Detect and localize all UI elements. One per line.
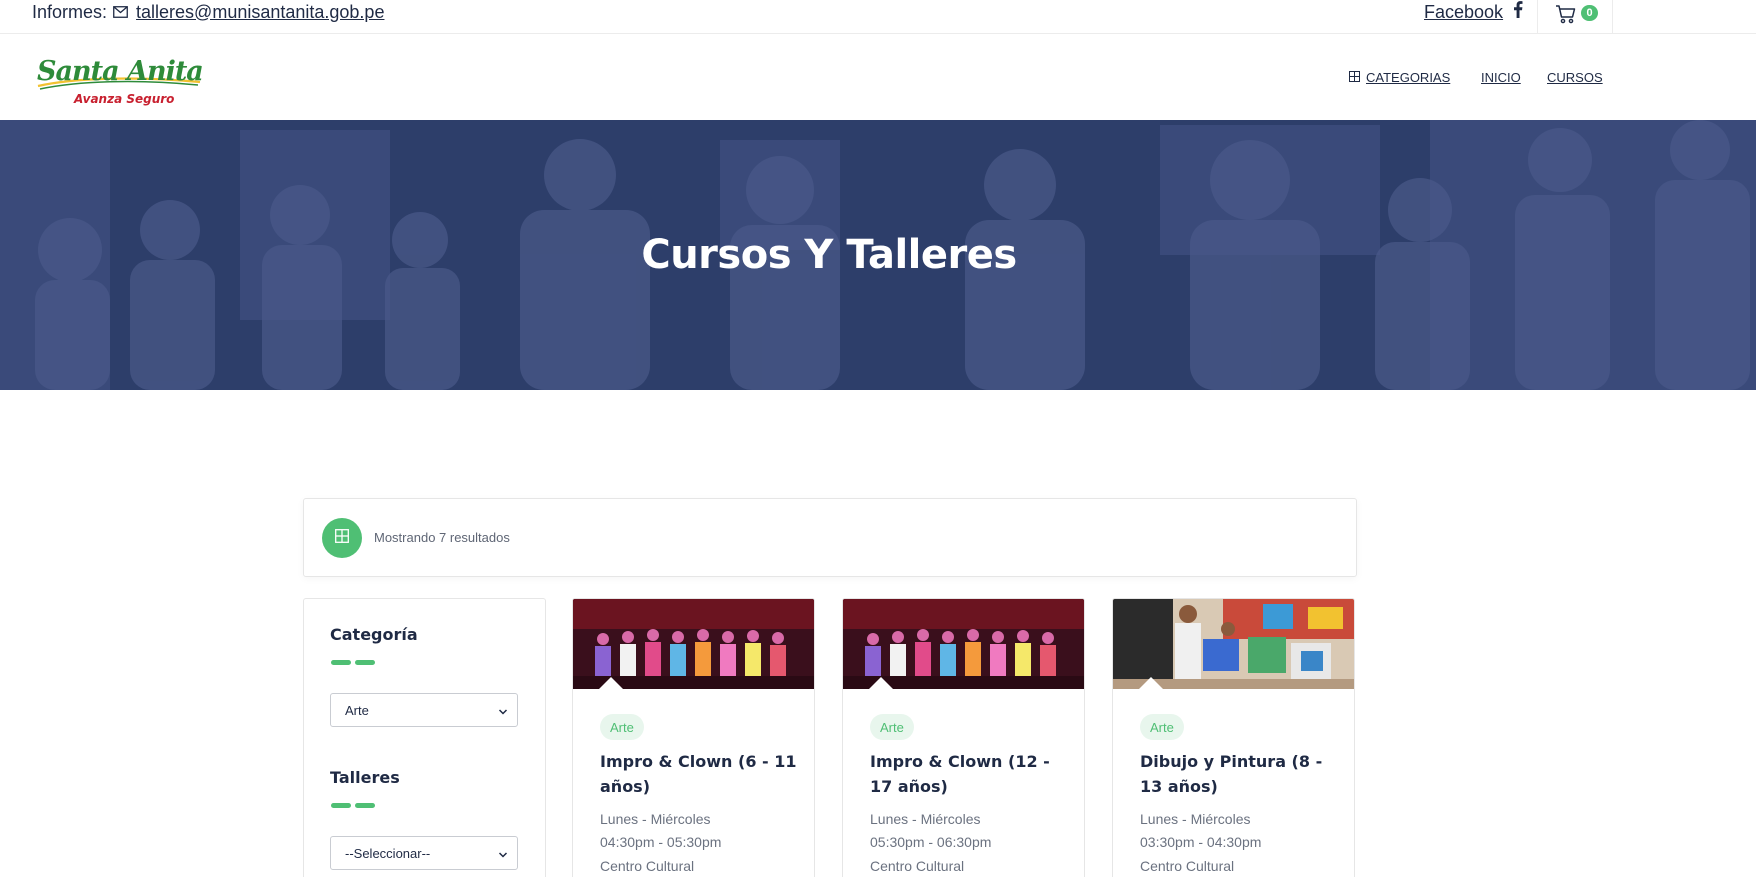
nav-categorias[interactable]: CATEGORIAS <box>1349 34 1450 120</box>
image-notch <box>869 677 893 689</box>
course-title[interactable]: Impro & Clown (12 - 17 años) <box>870 749 1070 799</box>
course-place: Centro Cultural <box>1140 858 1235 874</box>
cart-icon <box>1555 4 1577 29</box>
informes-label: Informes: <box>32 1 108 22</box>
nav-categorias-label: CATEGORIAS <box>1366 69 1451 85</box>
categoria-select[interactable]: Arte <box>330 693 518 727</box>
grid-view-button[interactable] <box>322 518 362 558</box>
course-card[interactable]: Arte Impro & Clown (6 - 11 años) Lunes -… <box>572 598 815 877</box>
chevron-down-icon <box>498 848 508 863</box>
image-notch <box>599 677 623 689</box>
facebook-link[interactable]: Facebook <box>1424 0 1523 24</box>
course-place: Centro Cultural <box>870 858 965 874</box>
category-tag[interactable]: Arte <box>1140 714 1184 740</box>
email-link[interactable]: talleres@munisantanita.gob.pe <box>136 2 384 23</box>
nav-cursos[interactable]: CURSOS <box>1547 34 1603 120</box>
category-tag[interactable]: Arte <box>600 714 644 740</box>
grid-view-icon <box>335 528 349 548</box>
heading-underline <box>331 803 379 808</box>
image-notch <box>1139 677 1163 689</box>
talleres-heading: Talleres <box>330 768 400 787</box>
course-image[interactable] <box>1113 599 1354 689</box>
talleres-select-value: --Seleccionar-- <box>345 845 431 861</box>
course-title[interactable]: Impro & Clown (6 - 11 años) <box>600 749 800 799</box>
course-days: Lunes - Miércoles <box>600 811 711 827</box>
facebook-icon <box>1513 1 1523 23</box>
course-time: 05:30pm - 06:30pm <box>870 834 992 850</box>
facebook-label: Facebook <box>1424 1 1504 22</box>
hero-banner: Cursos Y Talleres <box>0 120 1756 390</box>
categoria-heading: Categoría <box>330 625 418 644</box>
cart-button[interactable]: 0 <box>1537 0 1613 34</box>
chevron-down-icon <box>498 705 508 720</box>
contact-info: Informes: talleres@munisantanita.gob.pe <box>32 0 384 24</box>
results-count: Mostrando 7 resultados <box>374 530 510 545</box>
category-tag[interactable]: Arte <box>870 714 914 740</box>
grid-icon <box>1349 70 1360 85</box>
course-time: 04:30pm - 05:30pm <box>600 834 722 850</box>
santa-anita-logo[interactable]: Santa Anita Avanza Seguro <box>34 48 204 108</box>
envelope-icon <box>113 6 128 18</box>
course-days: Lunes - Miércoles <box>870 811 981 827</box>
course-time: 03:30pm - 04:30pm <box>1140 834 1262 850</box>
nav-inicio[interactable]: INICIO <box>1481 34 1521 120</box>
course-image[interactable] <box>573 599 814 689</box>
talleres-select[interactable]: --Seleccionar-- <box>330 836 518 870</box>
cart-count-badge: 0 <box>1581 5 1598 21</box>
course-image[interactable] <box>843 599 1084 689</box>
course-place: Centro Cultural <box>600 858 695 874</box>
course-card[interactable]: Arte Dibujo y Pintura (8 - 13 años) Lune… <box>1112 598 1355 877</box>
svg-text:Santa Anita: Santa Anita <box>37 56 203 87</box>
course-days: Lunes - Miércoles <box>1140 811 1251 827</box>
results-bar: Mostrando 7 resultados <box>303 498 1357 577</box>
course-title[interactable]: Dibujo y Pintura (8 - 13 años) <box>1140 749 1340 799</box>
page-title: Cursos Y Talleres <box>641 232 1017 278</box>
filter-sidebar: Categoría Arte Talleres --Seleccionar-- <box>303 598 546 877</box>
top-bar: Informes: talleres@munisantanita.gob.pe … <box>0 0 1756 34</box>
categoria-select-value: Arte <box>345 702 369 718</box>
course-card[interactable]: Arte Impro & Clown (12 - 17 años) Lunes … <box>842 598 1085 877</box>
main-navbar: Santa Anita Avanza Seguro CATEGORIAS INI… <box>0 34 1756 120</box>
heading-underline <box>331 660 379 665</box>
svg-text:Avanza Seguro: Avanza Seguro <box>73 92 174 106</box>
